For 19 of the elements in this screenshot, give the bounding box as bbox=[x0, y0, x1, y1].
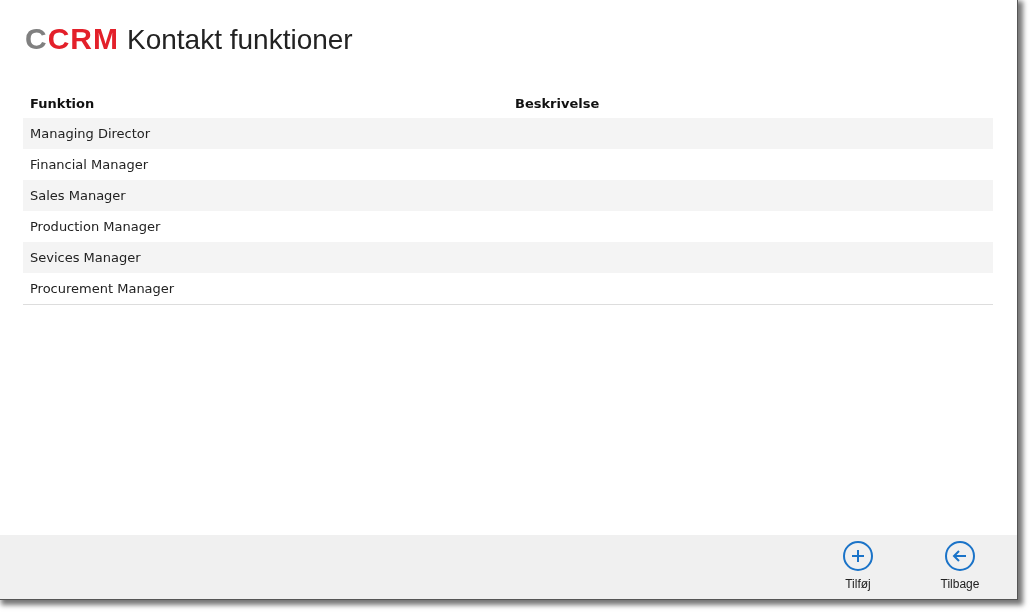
table-cell-text: Sevices Manager bbox=[29, 250, 142, 265]
table-cell-text: Production Manager bbox=[29, 219, 162, 234]
column-header: Beskrivelse bbox=[514, 96, 601, 111]
page-title: Kontakt funktioner bbox=[127, 24, 353, 56]
table-cell-text: Financial Manager bbox=[29, 157, 150, 172]
table-row[interactable]: Production Manager bbox=[23, 211, 993, 242]
plus-icon bbox=[843, 541, 873, 571]
table-cell-text: Managing Director bbox=[29, 126, 152, 141]
table-row[interactable]: Managing Director bbox=[23, 118, 993, 149]
logo: CCRM bbox=[25, 22, 119, 56]
add-button[interactable]: Tilføj bbox=[823, 535, 893, 599]
column-header: Funktion bbox=[29, 96, 96, 111]
table-row[interactable]: Sales Manager bbox=[23, 180, 993, 211]
table-cell-text: Procurement Manager bbox=[29, 281, 176, 296]
back-button[interactable]: Tilbage bbox=[925, 535, 995, 599]
table-cell-text: Sales Manager bbox=[29, 188, 127, 203]
table-row[interactable]: Financial Manager bbox=[23, 149, 993, 180]
table-row[interactable]: Procurement Manager bbox=[23, 273, 993, 304]
table-row[interactable]: Sevices Manager bbox=[23, 242, 993, 273]
